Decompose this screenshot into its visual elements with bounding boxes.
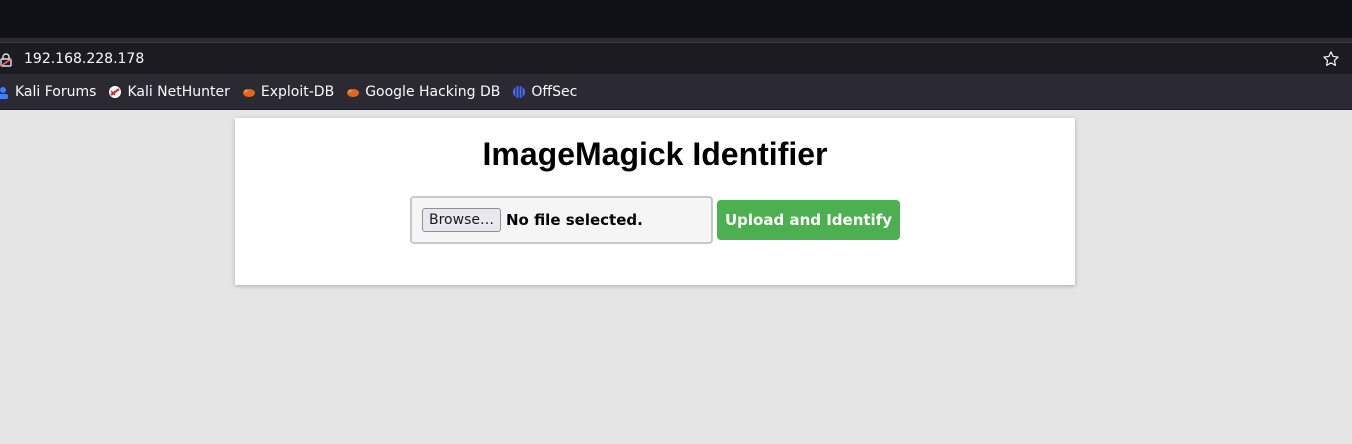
navigation-toolbar: 192.168.228.178 — [0, 38, 1352, 74]
file-input[interactable]: Browse… No file selected. — [410, 196, 713, 244]
bookmark-offsec[interactable]: OffSec — [512, 74, 589, 110]
bookmark-google-hacking-db[interactable]: Google Hacking DB — [346, 74, 512, 110]
bookmark-exploit-db[interactable]: Exploit-DB — [242, 74, 346, 110]
url-text[interactable]: 192.168.228.178 — [24, 50, 144, 68]
exploit-db-icon — [242, 85, 256, 99]
bookmarks-toolbar: Kali Forums Kali NetHunter Exploit-DB Go… — [0, 74, 1352, 110]
bookmark-kali-nethunter[interactable]: Kali NetHunter — [108, 74, 241, 110]
page-title: ImageMagick Identifier — [482, 136, 828, 172]
nethunter-icon — [108, 85, 122, 99]
ghdb-icon — [346, 85, 360, 99]
bookmark-kali-forums[interactable]: Kali Forums — [0, 74, 108, 110]
offsec-icon — [512, 85, 526, 99]
window-titlebar — [0, 0, 1352, 38]
page-content: ImageMagick Identifier Browse… No file s… — [0, 110, 1352, 444]
upload-and-identify-button[interactable]: Upload and Identify — [717, 200, 900, 240]
upload-card: ImageMagick Identifier Browse… No file s… — [235, 118, 1075, 285]
file-status-text: No file selected. — [505, 211, 643, 229]
connection-security-icon[interactable] — [0, 52, 12, 67]
browse-button[interactable]: Browse… — [422, 208, 501, 232]
kali-forums-icon — [0, 85, 10, 99]
address-bar[interactable]: 192.168.228.178 — [0, 42, 1352, 74]
bookmark-star-icon[interactable] — [1322, 50, 1340, 68]
